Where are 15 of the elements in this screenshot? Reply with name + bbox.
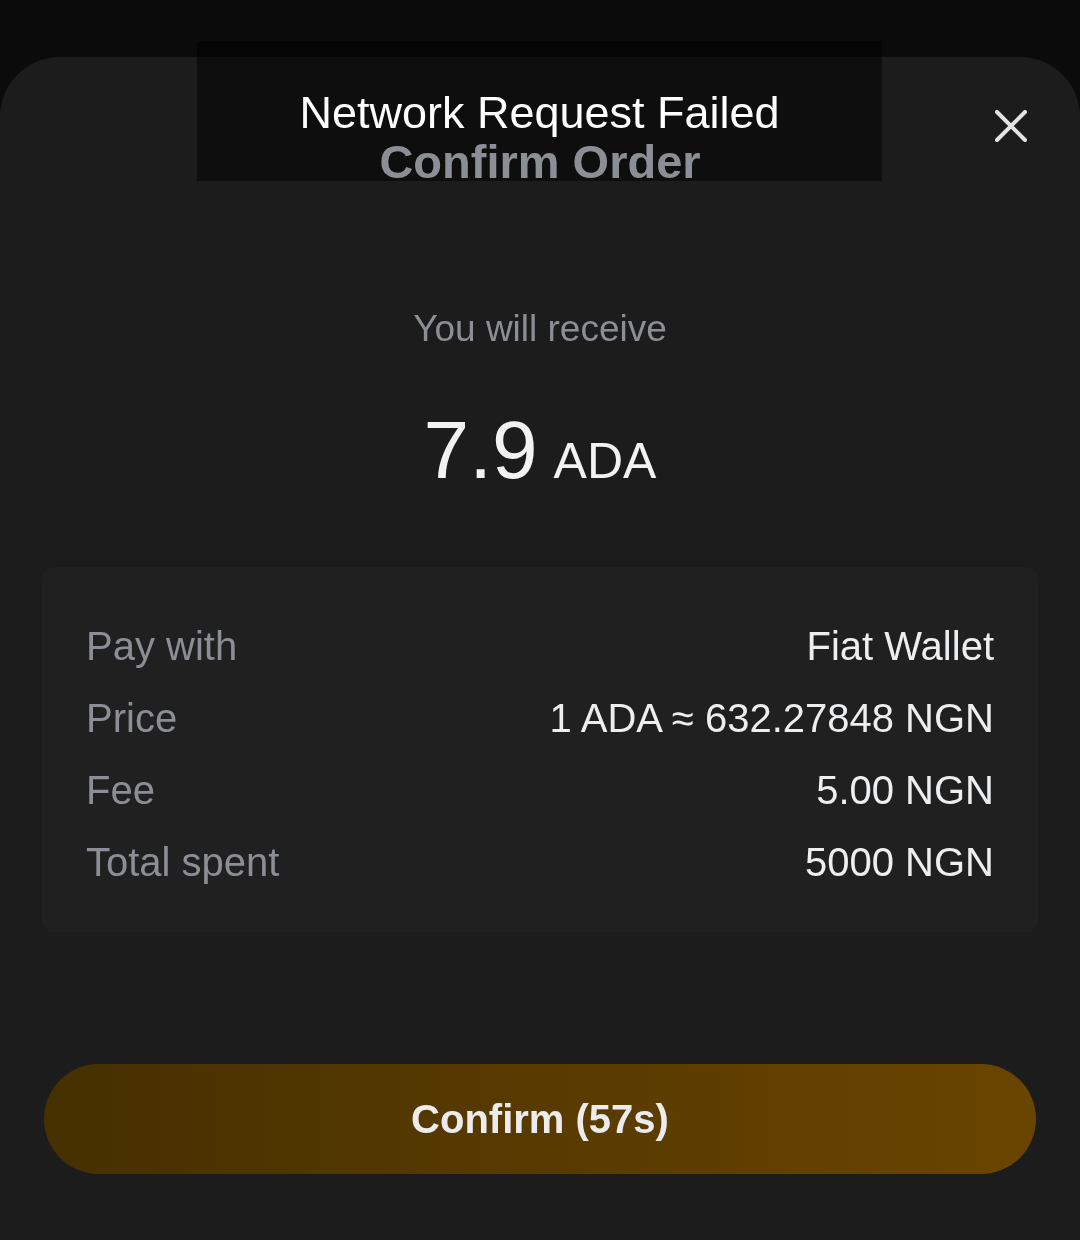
receive-amount: 7.9	[423, 403, 538, 497]
detail-label: Fee	[86, 767, 155, 814]
close-icon	[995, 110, 1027, 142]
detail-label: Price	[86, 695, 178, 742]
receive-label: You will receive	[413, 307, 667, 351]
detail-value: 5.00 NGN	[816, 767, 994, 814]
detail-value: 1 ADA ≈ 632.27848 NGN	[549, 695, 994, 742]
detail-label: Pay with	[86, 623, 238, 670]
detail-value: Fiat Wallet	[806, 623, 994, 670]
detail-label: Total spent	[86, 839, 280, 886]
confirm-button[interactable]: Confirm (57s)	[44, 1064, 1036, 1174]
close-button[interactable]	[995, 110, 1027, 142]
detail-value: 5000 NGN	[805, 839, 994, 886]
toast-message: Network Request Failed	[299, 86, 780, 140]
receive-unit: ADA	[553, 432, 657, 491]
